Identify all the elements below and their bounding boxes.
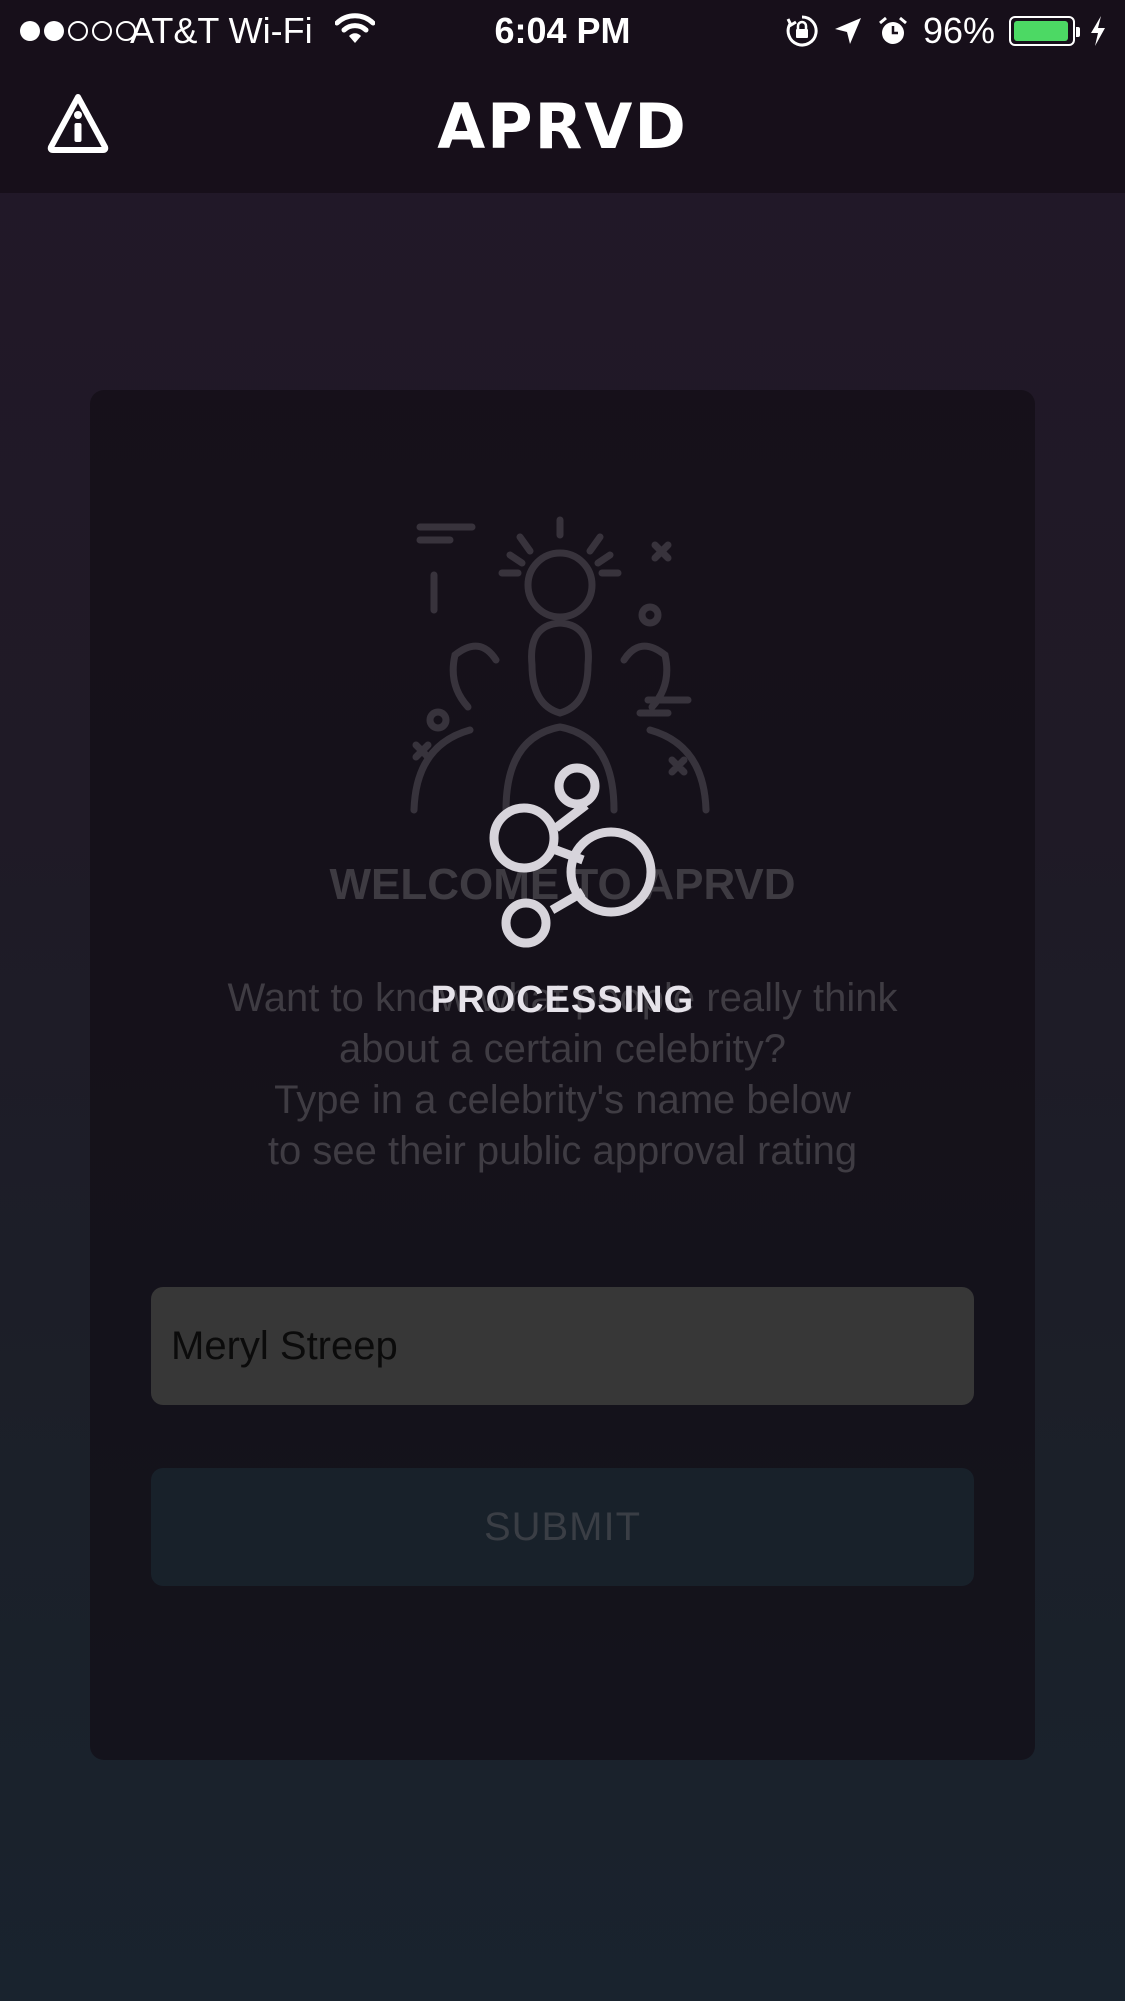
top-bar: AT&T Wi-Fi 6:04 PM 96% APRVD	[0, 0, 1125, 193]
app-logo: APRVD	[437, 90, 688, 163]
welcome-card: WELCOME TO APRVD Want to know what peopl…	[90, 390, 1035, 1760]
submit-button[interactable]: SUBMIT	[151, 1468, 974, 1586]
processing-label: PROCESSING	[430, 979, 695, 1021]
orientation-lock-icon	[786, 15, 818, 47]
location-arrow-icon	[834, 18, 861, 44]
nav-bar: APRVD	[0, 62, 1125, 193]
battery-icon	[1009, 16, 1080, 46]
share-network-icon	[489, 763, 656, 948]
status-right: 96%	[785, 10, 1107, 52]
status-bar: AT&T Wi-Fi 6:04 PM 96%	[0, 0, 1125, 62]
celebrity-name-input[interactable]: Meryl Streep	[151, 1287, 974, 1405]
battery-percent: 96%	[922, 10, 995, 51]
alarm-icon	[878, 16, 907, 44]
charging-bolt-icon	[1091, 16, 1105, 46]
